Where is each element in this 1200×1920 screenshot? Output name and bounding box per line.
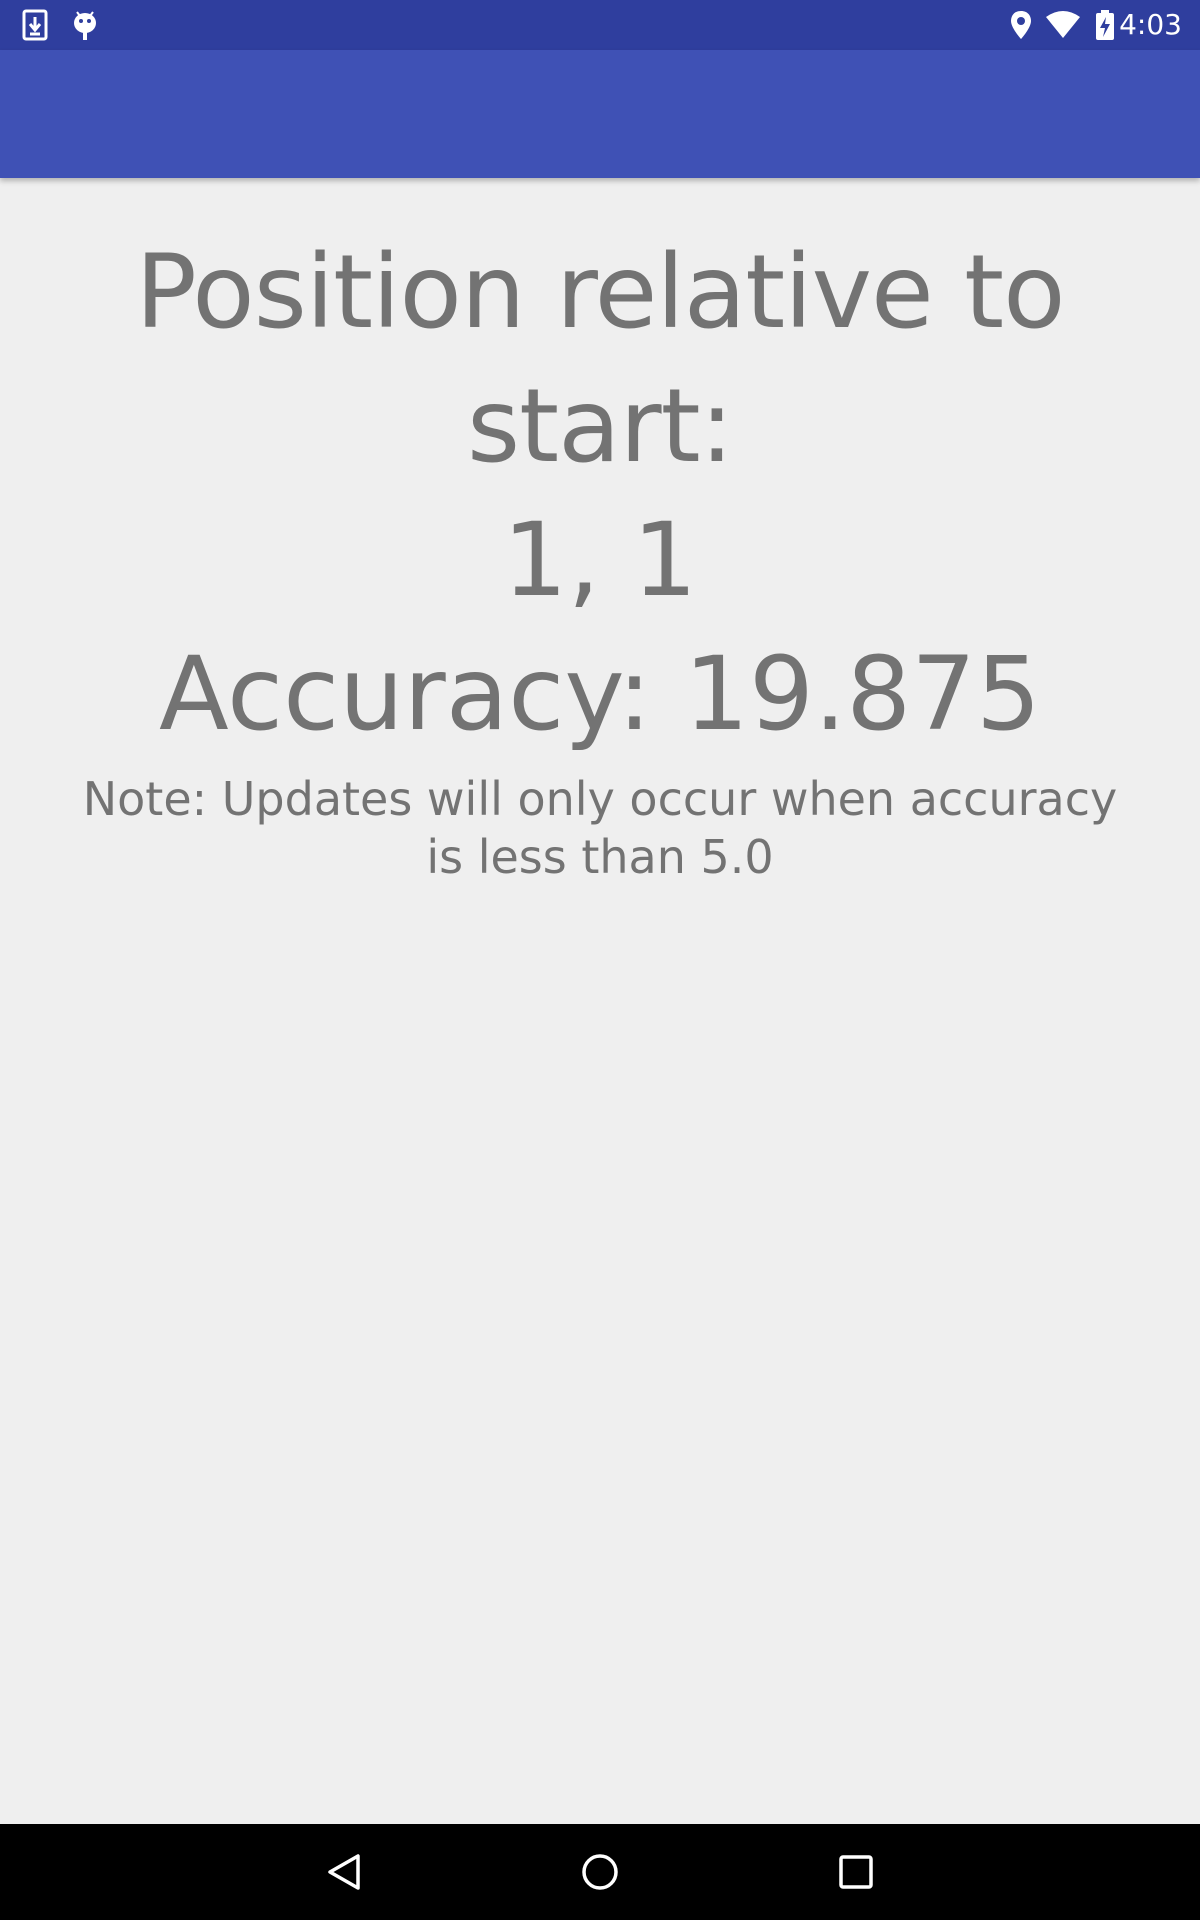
navigation-bar: [0, 1824, 1200, 1920]
status-time: 4:03: [1119, 8, 1182, 41]
position-label: Position relative to start:: [135, 233, 1065, 486]
status-bar: 4:03: [0, 0, 1200, 50]
location-icon: [1006, 0, 1036, 50]
app-bar: [0, 50, 1200, 178]
main-content: Position relative to start: 1, 1 Accurac…: [0, 178, 1200, 886]
home-icon[interactable]: [540, 1824, 660, 1920]
wifi-icon: [1044, 0, 1082, 50]
battery-charging-icon: [1092, 0, 1118, 50]
back-icon[interactable]: [284, 1824, 404, 1920]
accuracy-note: Note: Updates will only occur when accur…: [82, 772, 1118, 884]
accuracy-value: Accuracy: 19.875: [159, 635, 1041, 754]
android-debug-icon: [70, 0, 100, 50]
recents-icon[interactable]: [796, 1824, 916, 1920]
position-value: 1, 1: [502, 501, 698, 620]
download-icon: [20, 0, 50, 50]
